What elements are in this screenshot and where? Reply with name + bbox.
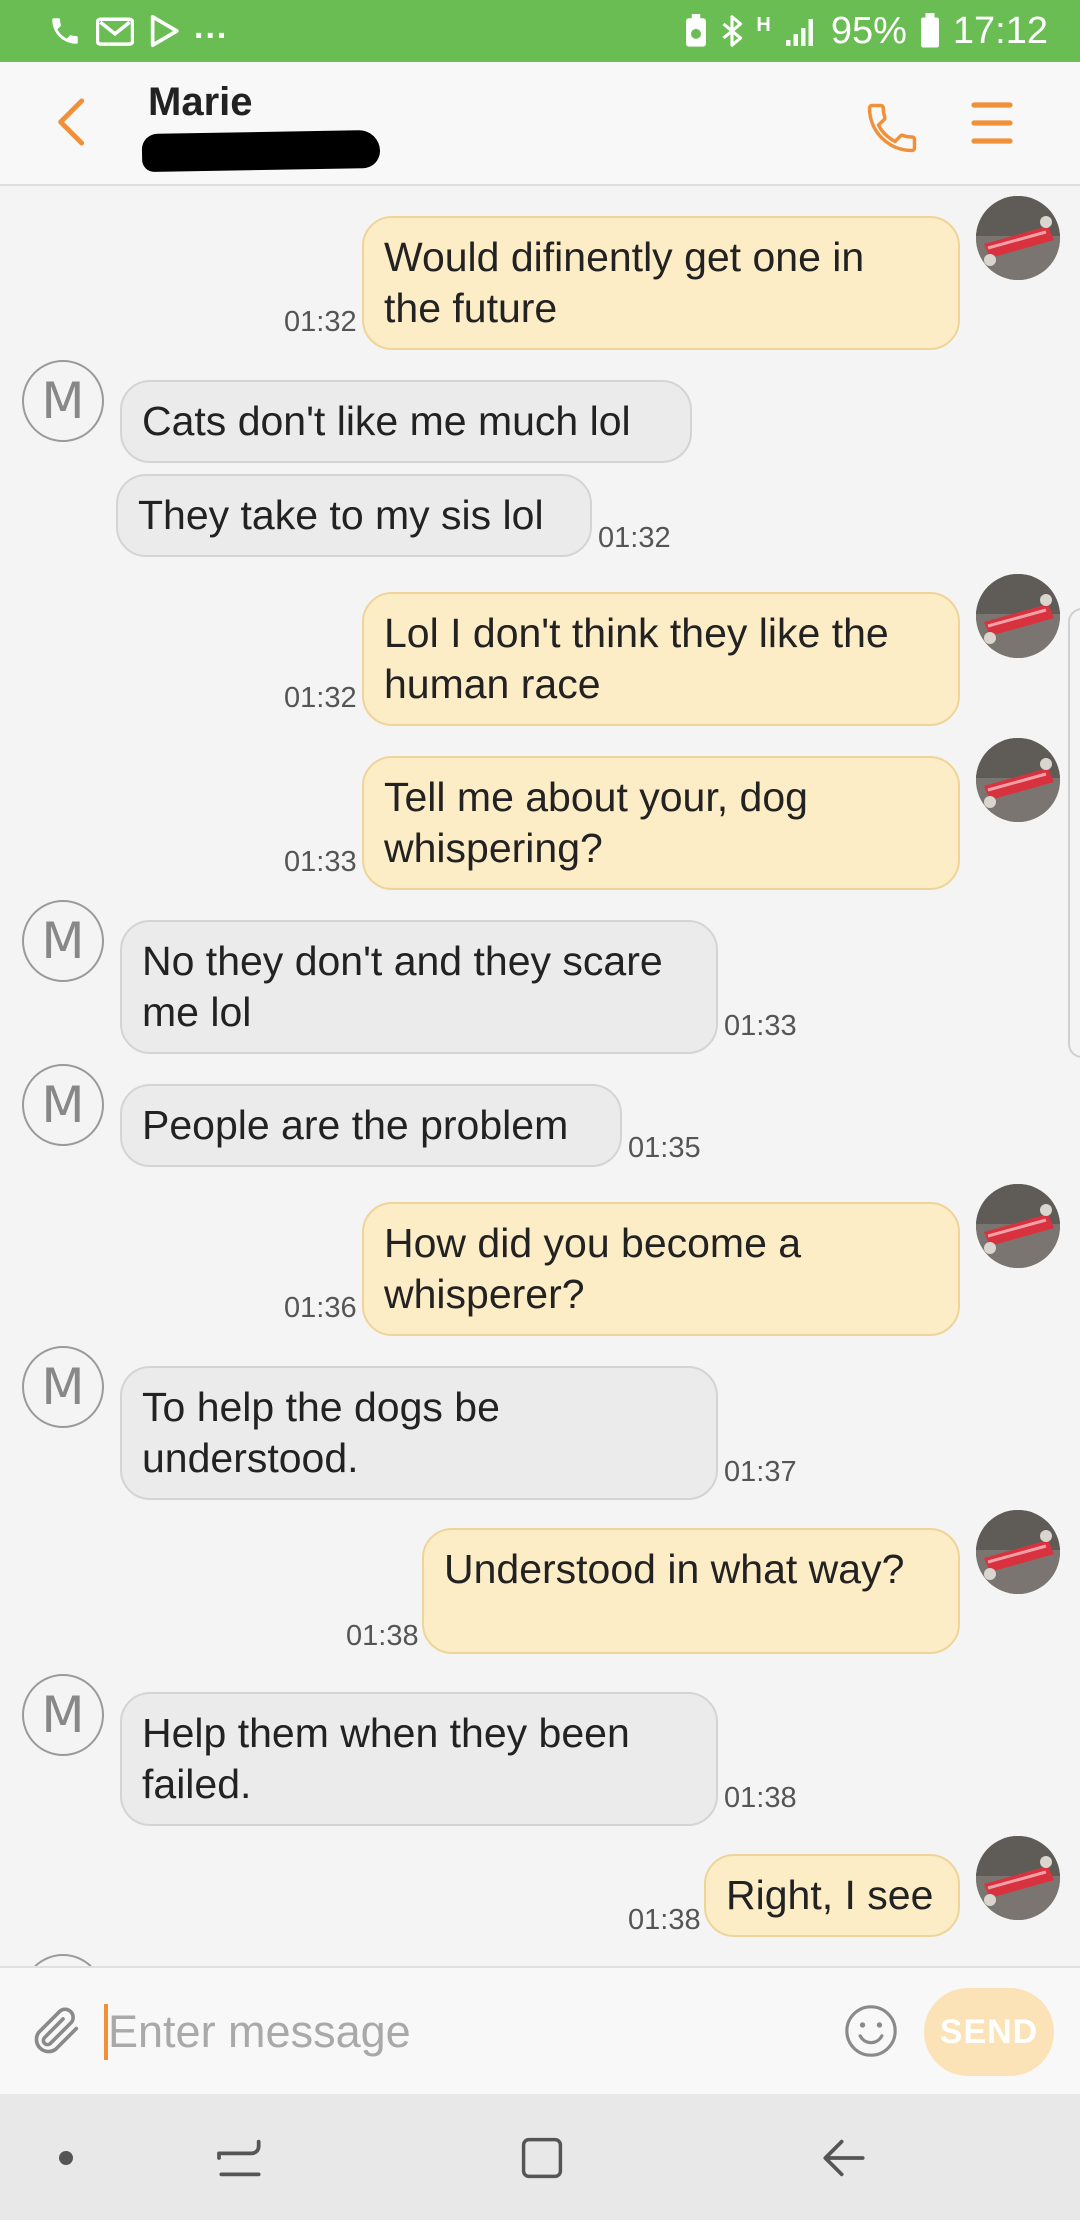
message-time: 01:36: [284, 1292, 357, 1324]
contact-avatar[interactable]: M: [22, 1064, 104, 1146]
message-time: 01:33: [724, 1010, 797, 1042]
message-time: 01:38: [724, 1782, 797, 1814]
message-bubble-outgoing[interactable]: Lol I don't think they like the human ra…: [362, 592, 960, 726]
redacted-phone-number: [141, 129, 381, 173]
message-bubble-outgoing[interactable]: How did you become a whisperer?: [362, 1202, 960, 1336]
message-input[interactable]: [108, 1994, 808, 2070]
signal-icon: [783, 14, 819, 48]
message-time: 01:35: [628, 1132, 701, 1164]
notification-icons: ...: [48, 7, 229, 52]
network-type-icon: H: [756, 13, 771, 36]
more-notifications: ...: [194, 7, 229, 46]
back-nav-button[interactable]: [812, 2126, 876, 2190]
contact-avatar-partial: [22, 1954, 104, 1966]
phone-icon: [867, 103, 917, 153]
chevron-left-icon: [58, 98, 85, 146]
my-avatar[interactable]: [976, 1510, 1060, 1594]
recents-button[interactable]: [208, 2126, 272, 2190]
message-bubble-incoming[interactable]: People are the problem: [120, 1084, 622, 1167]
message-time: 01:37: [724, 1456, 797, 1488]
scroll-handle[interactable]: [1068, 608, 1080, 1058]
my-avatar[interactable]: [976, 738, 1060, 822]
contact-avatar[interactable]: M: [22, 1346, 104, 1428]
system-icons: H 95% 17:12: [684, 8, 1048, 54]
nav-hide-button[interactable]: [34, 2126, 98, 2190]
profile-photo-icon: [976, 196, 1060, 280]
profile-photo-icon: [976, 574, 1060, 658]
dot-icon: [59, 2151, 73, 2165]
message-bubble-incoming[interactable]: They take to my sis lol: [116, 474, 592, 557]
emoji-button[interactable]: [842, 2002, 900, 2060]
profile-photo-icon: [976, 738, 1060, 822]
status-bar: ... H 95% 17:12: [0, 0, 1080, 62]
attach-button[interactable]: [28, 2002, 86, 2060]
play-store-icon: [148, 14, 180, 48]
message-time: 01:32: [598, 522, 671, 554]
message-time: 01:32: [284, 306, 357, 338]
smiley-icon: [845, 2005, 897, 2057]
message-bubble-incoming[interactable]: Cats don't like me much lol: [120, 380, 692, 463]
message-list[interactable]: 01:32 Would difinently get one in the fu…: [0, 188, 1080, 1966]
battery-icon: [919, 13, 941, 49]
my-avatar[interactable]: [976, 574, 1060, 658]
contact-avatar[interactable]: M: [22, 360, 104, 442]
profile-photo-icon: [976, 1836, 1060, 1920]
battery-saver-icon: [684, 14, 708, 48]
contact-avatar[interactable]: M: [22, 1674, 104, 1756]
profile-photo-icon: [976, 1510, 1060, 1594]
profile-photo-icon: [976, 1184, 1060, 1268]
bluetooth-icon: [720, 14, 744, 48]
clock: 17:12: [952, 9, 1048, 52]
message-bubble-outgoing[interactable]: Right, I see: [704, 1854, 960, 1937]
messaging-app: ... H 95% 17:12 Marie 01:32 Would difine…: [0, 0, 1080, 2220]
contact-avatar[interactable]: M: [22, 900, 104, 982]
conversation-header: Marie: [0, 62, 1080, 186]
message-bubble-outgoing[interactable]: Tell me about your, dog whispering?: [362, 756, 960, 890]
message-composer: SEND: [0, 1966, 1080, 2094]
my-avatar[interactable]: [976, 196, 1060, 280]
message-bubble-incoming[interactable]: Help them when they been failed.: [120, 1692, 718, 1826]
battery-percent: 95%: [830, 9, 907, 52]
back-button[interactable]: [40, 90, 104, 154]
navigation-bar: [0, 2094, 1080, 2220]
message-bubble-incoming[interactable]: To help the dogs be understood.: [120, 1366, 718, 1500]
message-time: 01:32: [284, 682, 357, 714]
message-time: 01:38: [346, 1620, 419, 1652]
home-button[interactable]: [510, 2126, 574, 2190]
call-button[interactable]: [862, 98, 922, 158]
email-icon: [96, 14, 134, 48]
message-time: 01:33: [284, 846, 357, 878]
back-icon: [823, 2139, 865, 2177]
message-bubble-outgoing[interactable]: Would difinently get one in the future: [362, 216, 960, 350]
message-time: 01:38: [628, 1904, 701, 1936]
menu-button[interactable]: [970, 98, 1022, 158]
paperclip-icon: [34, 2007, 79, 2054]
my-avatar[interactable]: [976, 1184, 1060, 1268]
message-bubble-outgoing[interactable]: Understood in what way?: [422, 1528, 960, 1654]
menu-icon: [971, 102, 1013, 144]
missed-call-icon: [48, 14, 82, 48]
my-avatar[interactable]: [976, 1836, 1060, 1920]
recents-icon: [217, 2139, 261, 2177]
send-button[interactable]: SEND: [924, 1988, 1054, 2076]
message-bubble-incoming[interactable]: No they don't and they scare me lol: [120, 920, 718, 1054]
home-icon: [521, 2137, 563, 2179]
contact-name[interactable]: Marie: [148, 80, 253, 125]
